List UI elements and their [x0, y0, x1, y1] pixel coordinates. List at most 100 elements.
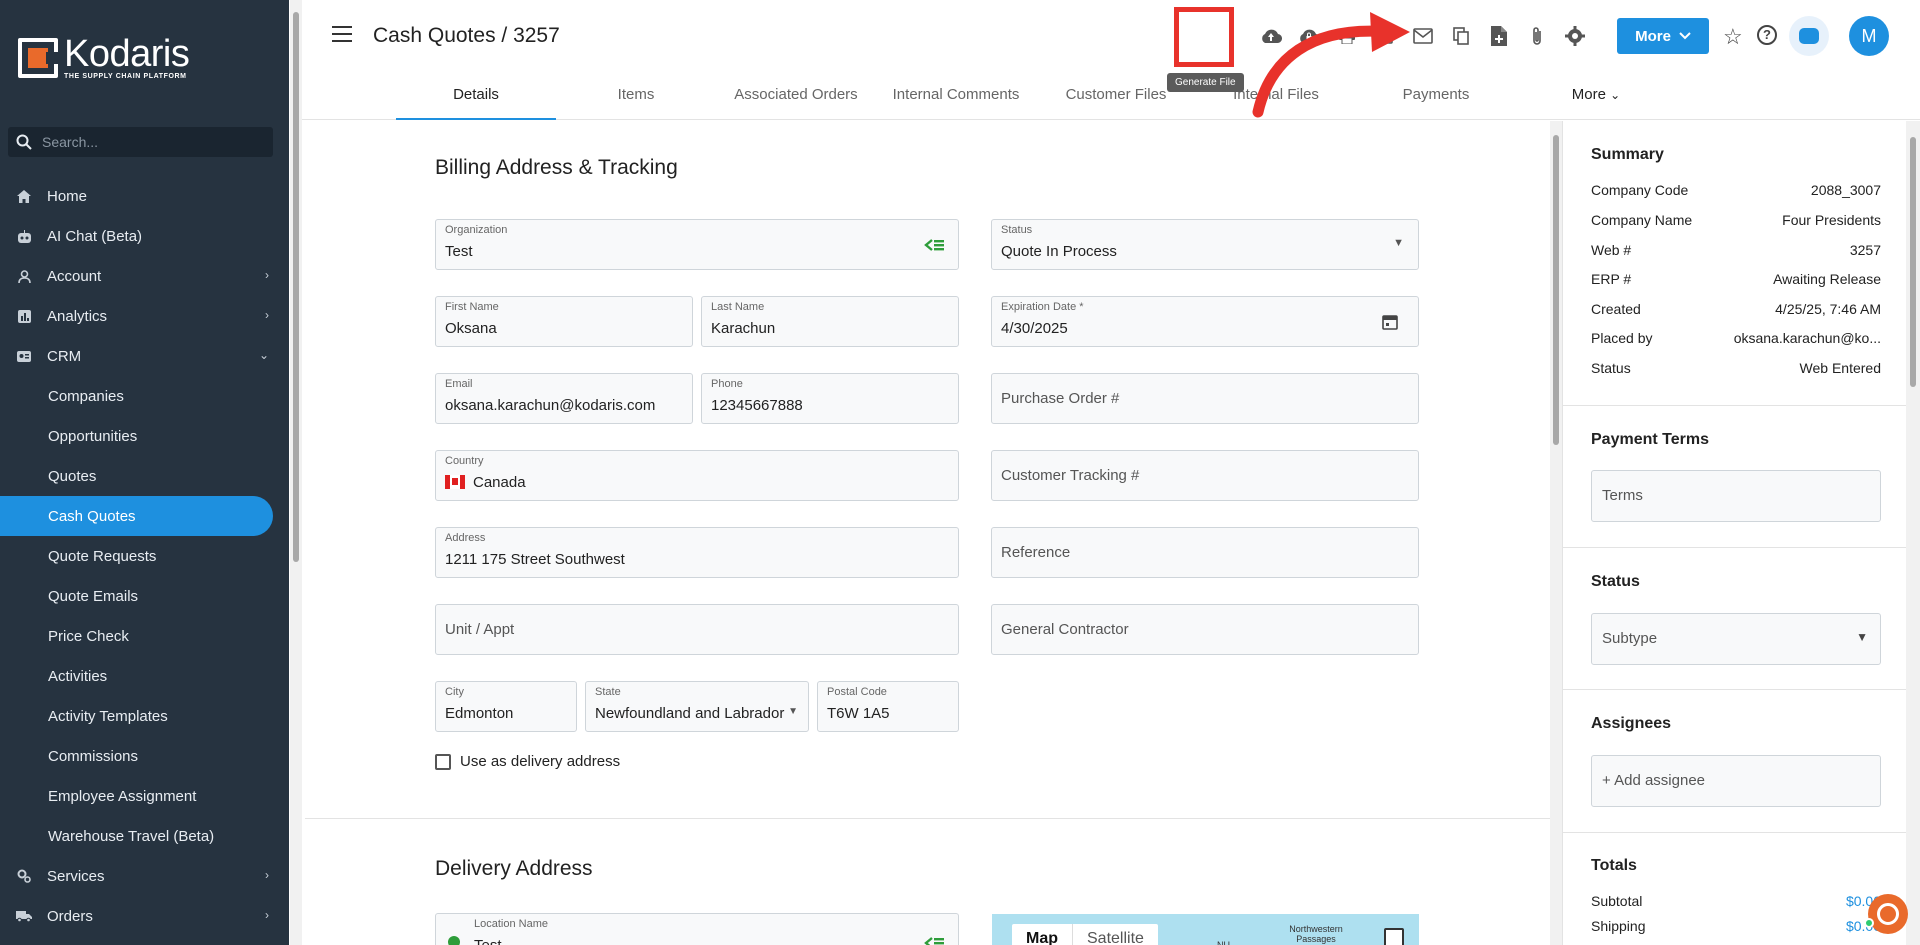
sidebar-item-label: Orders — [47, 907, 93, 925]
attachment-icon[interactable] — [1518, 22, 1556, 50]
sidebar-item-services[interactable]: Services › — [0, 856, 289, 896]
sidebar-item-quotes[interactable]: Quotes — [0, 456, 289, 496]
add-assignee-field[interactable]: + Add assignee — [1591, 755, 1881, 807]
main-scrollbar[interactable] — [1550, 121, 1562, 945]
cloud-upload-icon[interactable] — [1252, 22, 1290, 50]
terms-field[interactable]: Terms — [1591, 470, 1881, 522]
generate-file-icon[interactable] — [1480, 22, 1518, 50]
location-name-field[interactable]: Location Name Test — [435, 913, 959, 945]
sidebar-item-crm[interactable]: CRM ⌄ — [0, 336, 289, 376]
more-actions-button[interactable]: More — [1617, 18, 1709, 54]
tab-payments[interactable]: Payments — [1356, 76, 1516, 120]
user-avatar[interactable]: M — [1849, 16, 1889, 56]
calendar-icon[interactable] — [1382, 314, 1398, 330]
tab-associated-orders[interactable]: Associated Orders — [716, 76, 876, 120]
reference-field[interactable]: Reference — [991, 527, 1419, 578]
sidebar-item-employee-assignment[interactable]: Employee Assignment — [0, 776, 289, 816]
address-field[interactable]: Address 1211 175 Street Southwest — [435, 527, 959, 578]
unit-field[interactable]: Unit / Appt — [435, 604, 959, 655]
panel-scrollbar[interactable] — [1906, 121, 1920, 945]
search-input[interactable] — [42, 134, 242, 150]
field-placeholder: Customer Tracking # — [1001, 467, 1140, 484]
phone-field[interactable]: Phone 12345667888 — [701, 373, 959, 424]
sidebar-item-home[interactable]: Home — [0, 176, 289, 216]
field-placeholder: Subtype — [1602, 630, 1658, 647]
status-select[interactable]: Status Quote In Process ▼ — [991, 219, 1419, 270]
sidebar-scrollbar[interactable] — [290, 0, 302, 945]
field-label: Location Name — [474, 918, 548, 930]
sidebar-item-cash-quotes[interactable]: Cash Quotes — [0, 496, 273, 536]
ai-assistant-icon[interactable] — [1789, 16, 1829, 56]
panel-divider — [1563, 689, 1907, 690]
sidebar-item-account[interactable]: Account › — [0, 256, 289, 296]
kodaris-logo[interactable]: Kodaris THE SUPPLY CHAIN PLATFORM — [18, 33, 190, 80]
robot-icon — [16, 228, 32, 244]
copy-icon[interactable] — [1442, 22, 1480, 50]
totals-key: Subtotal — [1591, 893, 1643, 909]
location-lookup-icon[interactable] — [924, 936, 944, 945]
map-type-tabs: Map Satellite — [1012, 924, 1158, 945]
expiration-date-field[interactable]: Expiration Date * 4/30/2025 — [991, 296, 1419, 347]
sidebar-nav: Home AI Chat (Beta) Account › Analytics … — [0, 176, 289, 936]
gear-icon[interactable] — [1556, 22, 1594, 50]
sidebar-item-label: Account — [47, 267, 102, 285]
organization-lookup-icon[interactable] — [924, 238, 944, 252]
panel-divider — [1563, 405, 1907, 406]
tab-more[interactable]: More ⌄ — [1516, 76, 1676, 120]
chat-support-icon[interactable] — [1868, 894, 1908, 934]
summary-key: Company Name — [1591, 212, 1693, 228]
summary-value: oksana.karachun@ko... — [1733, 330, 1881, 346]
subtype-select[interactable]: Subtype ▼ — [1591, 613, 1881, 665]
top-header: Cash Quotes / 3257 More ☆ ? M Details It… — [302, 0, 1920, 120]
page-title: Cash Quotes / 3257 — [373, 24, 560, 47]
sidebar-item-analytics[interactable]: Analytics › — [0, 296, 289, 336]
general-contractor-field[interactable]: General Contractor — [991, 604, 1419, 655]
sidebar-item-companies[interactable]: Companies — [0, 376, 289, 416]
summary-row-created: Created 4/25/25, 7:46 AM — [1591, 301, 1881, 317]
help-icon[interactable]: ? — [1757, 25, 1777, 45]
sidebar-item-commissions[interactable]: Commissions — [0, 736, 289, 776]
sidebar-item-opportunities[interactable]: Opportunities — [0, 416, 289, 456]
print-icon[interactable] — [1328, 22, 1366, 50]
map-tab-satellite[interactable]: Satellite — [1073, 924, 1158, 945]
brand-name: Kodaris — [64, 33, 190, 75]
favorite-star-icon[interactable]: ☆ — [1723, 24, 1743, 50]
tab-internal-comments[interactable]: Internal Comments — [876, 76, 1036, 120]
sidebar-item-warehouse-travel[interactable]: Warehouse Travel (Beta) — [0, 816, 289, 856]
sidebar-item-quote-emails[interactable]: Quote Emails — [0, 576, 289, 616]
sidebar-item-activity-templates[interactable]: Activity Templates — [0, 696, 289, 736]
sidebar-item-ai-chat[interactable]: AI Chat (Beta) — [0, 216, 289, 256]
chevron-right-icon: › — [265, 268, 269, 282]
sidebar-item-orders[interactable]: Orders › — [0, 896, 289, 936]
map-tab-map[interactable]: Map — [1012, 924, 1073, 945]
use-as-delivery-row[interactable]: Use as delivery address — [435, 753, 620, 770]
calendar-icon[interactable] — [1366, 22, 1404, 50]
postal-code-field[interactable]: Postal Code T6W 1A5 — [817, 681, 959, 732]
customer-tracking-field[interactable]: Customer Tracking # — [991, 450, 1419, 501]
last-name-field[interactable]: Last Name Karachun — [701, 296, 959, 347]
fullscreen-icon[interactable] — [1384, 928, 1404, 945]
email-field[interactable]: Email oksana.karachun@kodaris.com — [435, 373, 693, 424]
purchase-order-field[interactable]: Purchase Order # — [991, 373, 1419, 424]
sidebar-item-quote-requests[interactable]: Quote Requests — [0, 536, 289, 576]
field-value: Newfoundland and Labrador — [595, 705, 785, 722]
organization-field[interactable]: Organization Test — [435, 219, 959, 270]
city-field[interactable]: City Edmonton — [435, 681, 577, 732]
delivery-map[interactable]: Map Satellite NU Northwestern Passages — [992, 914, 1419, 945]
email-icon[interactable] — [1404, 22, 1442, 50]
state-select[interactable]: State Newfoundland and Labrador ▼ — [585, 681, 809, 732]
hamburger-menu-icon[interactable] — [332, 26, 352, 42]
sidebar-search[interactable] — [8, 127, 273, 157]
kodaris-logo-mark-icon — [18, 38, 58, 78]
sidebar-item-activities[interactable]: Activities — [0, 656, 289, 696]
sidebar-item-price-check[interactable]: Price Check — [0, 616, 289, 656]
panel-divider — [1563, 547, 1907, 548]
use-as-delivery-checkbox[interactable] — [435, 753, 451, 770]
billing-section-title: Billing Address & Tracking — [435, 156, 678, 179]
first-name-field[interactable]: First Name Oksana — [435, 296, 693, 347]
dropdown-arrow-icon: ▼ — [788, 706, 798, 717]
tab-items[interactable]: Items — [556, 76, 716, 120]
cloud-lock-icon[interactable] — [1290, 22, 1328, 50]
country-field[interactable]: Country Canada — [435, 450, 959, 501]
tab-details[interactable]: Details — [396, 76, 556, 120]
